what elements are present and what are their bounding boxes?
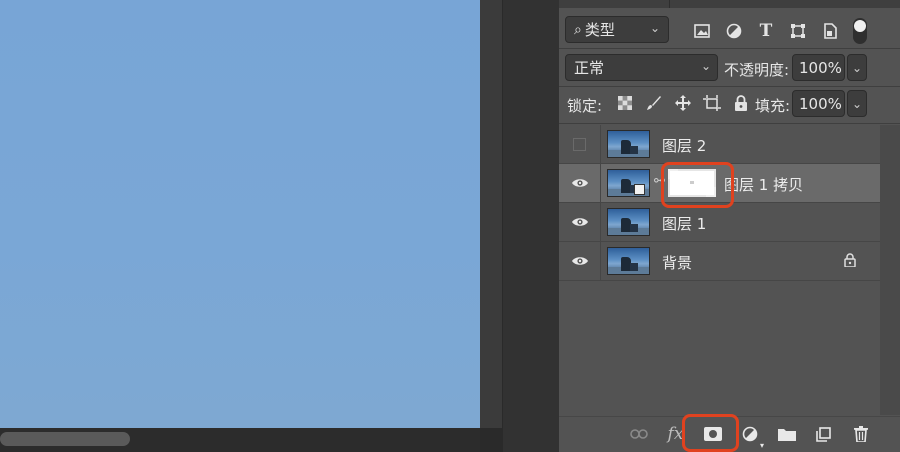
layer-style-fx-icon[interactable]: fx xyxy=(657,422,694,446)
layer-filter-kind-label: 类型 xyxy=(584,21,615,39)
document-canvas[interactable] xyxy=(0,0,480,428)
layer-row[interactable]: 图层 1 xyxy=(559,203,880,242)
opacity-value: 100% xyxy=(799,58,842,77)
eye-icon xyxy=(571,218,588,226)
lock-artboard-icon[interactable] xyxy=(697,92,726,114)
eye-icon xyxy=(571,179,588,187)
panel-divider xyxy=(559,86,900,87)
layer-mask-thumbnail[interactable] xyxy=(668,169,716,197)
mask-link-icon[interactable]: ⚯ xyxy=(654,174,665,189)
opacity-dropdown-button[interactable]: ⌄ xyxy=(847,54,867,81)
opacity-input[interactable]: 100% xyxy=(792,54,845,81)
layer-filter-kind-select[interactable]: ⌕ 类型 ⌄ xyxy=(565,16,669,43)
layer-name: 背景 xyxy=(662,254,693,272)
smart-object-filter-icon[interactable] xyxy=(814,20,846,42)
search-icon: ⌕ xyxy=(574,21,582,38)
opacity-label: 不透明度: xyxy=(724,61,790,79)
panel-tab-strip xyxy=(559,0,900,8)
lock-image-pixels-icon[interactable] xyxy=(639,92,668,114)
type-filter-icon[interactable]: T xyxy=(750,20,782,42)
layers-scrollbar[interactable] xyxy=(880,125,900,415)
chevron-down-icon: ⌄ xyxy=(700,59,711,73)
layer-row[interactable]: ⚯ 图层 1 拷贝 xyxy=(559,164,880,203)
layers-list: 图层 2 ⚯ 图层 1 拷贝 图层 1 背景 xyxy=(559,125,880,281)
fill-input[interactable]: 100% xyxy=(792,90,845,117)
layer-visibility-toggle[interactable] xyxy=(559,203,601,241)
lock-icons xyxy=(610,92,755,114)
lock-icon xyxy=(844,253,856,267)
eye-icon xyxy=(571,257,588,265)
chevron-down-icon: ▾ xyxy=(759,441,764,450)
adjustment-filter-icon[interactable] xyxy=(718,20,750,42)
chevron-down-icon: ⌄ xyxy=(851,96,863,111)
layer-name: 图层 1 xyxy=(662,215,707,233)
layer-name: 图层 1 拷贝 xyxy=(724,176,804,194)
fill-value: 100% xyxy=(799,94,842,113)
lock-transparent-pixels-icon[interactable] xyxy=(610,92,639,114)
layer-row[interactable]: 图层 2 xyxy=(559,125,880,164)
filter-toggle-switch[interactable] xyxy=(853,18,867,44)
visibility-off-box xyxy=(573,137,586,151)
horizontal-scrollbar-thumb[interactable] xyxy=(0,432,130,446)
layer-thumbnail xyxy=(607,208,650,236)
layer-thumbnail xyxy=(607,130,650,158)
panel-divider xyxy=(559,48,900,49)
shape-filter-icon[interactable] xyxy=(782,20,814,42)
layer-visibility-toggle[interactable] xyxy=(559,242,601,280)
layer-row[interactable]: 背景 xyxy=(559,242,880,281)
delete-layer-icon[interactable] xyxy=(842,422,879,446)
adjustment-layer-icon[interactable]: ▾ xyxy=(731,422,768,450)
panel-divider xyxy=(559,123,900,124)
fx-label: fx xyxy=(667,424,684,444)
layer-visibility-toggle[interactable] xyxy=(559,125,601,163)
chevron-down-icon: ⌄ xyxy=(851,60,863,75)
scrollbar-corner xyxy=(480,428,502,452)
image-filter-icon[interactable] xyxy=(686,20,718,42)
layer-name: 图层 2 xyxy=(662,137,707,155)
new-layer-icon[interactable] xyxy=(805,422,842,446)
blend-mode-value: 正常 xyxy=(574,59,605,77)
fill-dropdown-button[interactable]: ⌄ xyxy=(847,90,867,117)
add-layer-mask-icon[interactable] xyxy=(694,422,731,446)
panel-dock-strip xyxy=(502,0,560,452)
link-layers-icon[interactable] xyxy=(620,422,657,446)
new-group-icon[interactable] xyxy=(768,422,805,446)
layers-bottom-icons: fx ▾ xyxy=(620,422,879,450)
smart-object-badge-icon xyxy=(634,184,645,195)
lock-position-icon[interactable] xyxy=(668,92,697,114)
lock-label: 锁定: xyxy=(567,97,603,115)
layer-thumbnail xyxy=(607,247,650,275)
canvas-pasteboard xyxy=(480,0,502,452)
lock-all-icon[interactable] xyxy=(726,92,755,114)
layer-filter-icons: T xyxy=(686,20,846,42)
fill-label: 填充: xyxy=(755,97,791,115)
chevron-down-icon: ⌄ xyxy=(649,21,660,35)
blend-mode-select[interactable]: 正常 ⌄ xyxy=(565,54,718,81)
layer-visibility-toggle[interactable] xyxy=(559,164,601,202)
